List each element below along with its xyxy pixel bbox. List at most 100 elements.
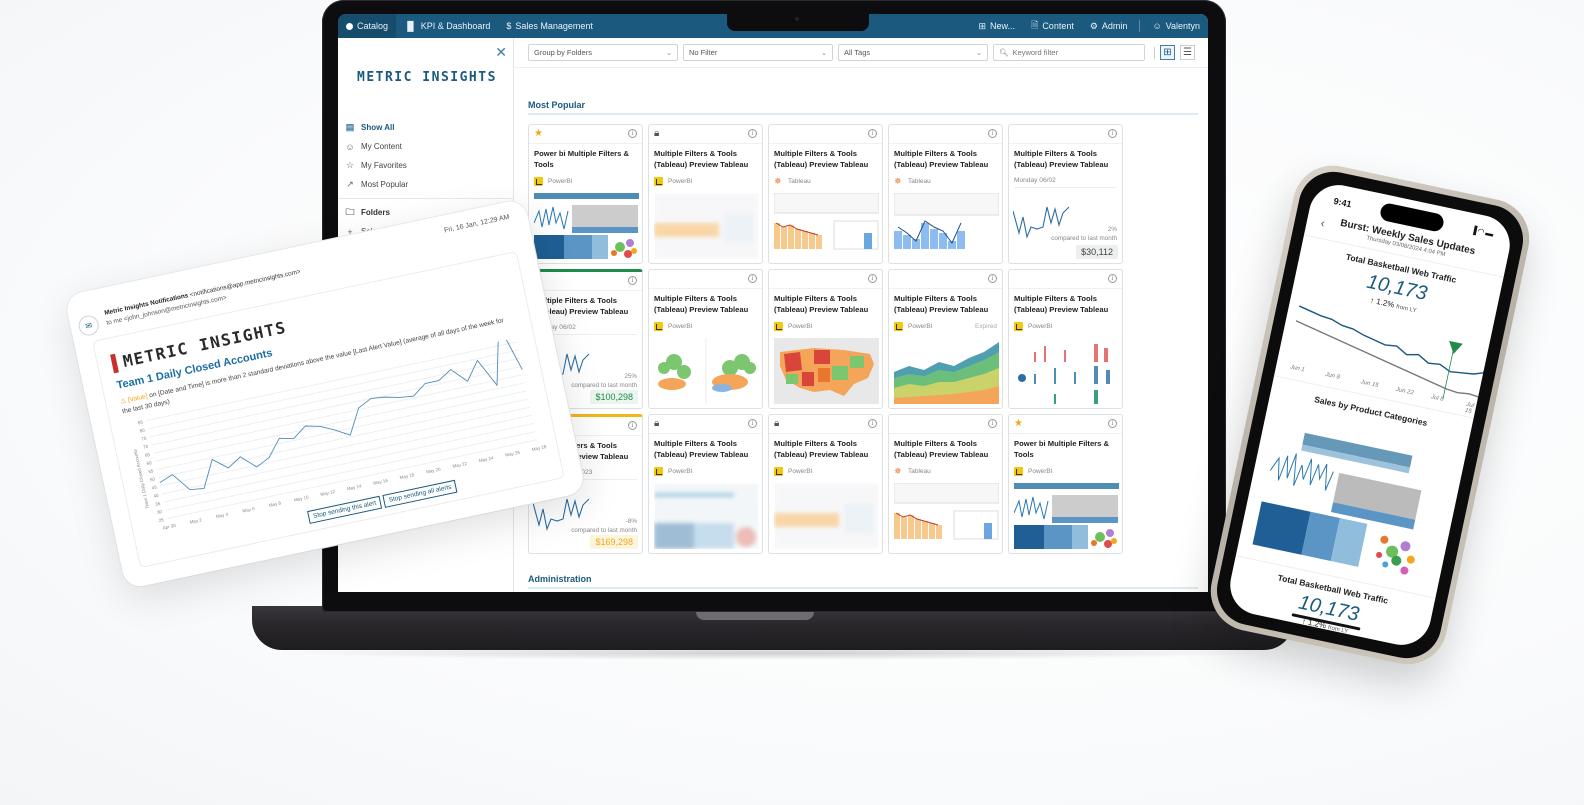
camera-notch (727, 14, 869, 31)
section-divider (528, 587, 1198, 589)
grid-view-button[interactable]: ⊞ (1160, 45, 1175, 60)
card-source: ✵ Tableau (889, 174, 1002, 188)
nav-right-group: ⊞ New... 🗎 Content ⚙ Admin ☺ Valentyn (971, 14, 1209, 38)
card-source: PowerBI (649, 464, 762, 478)
catalog-card[interactable]: i Multiple Filters & Tools (Tableau) Prev… (1008, 269, 1123, 409)
catalog-card[interactable]: ★ i Power bi Multiple Filters & Tools Power… (528, 124, 643, 264)
phone-screen: 9:41 ▐◠▬ ‹ Burst: Weekly Sales Updates T… (1224, 179, 1516, 651)
catalog-card[interactable]: 🔒︎ i Multiple Filters & Tools (Tableau) Pr… (768, 414, 883, 554)
sidebar-divider (338, 198, 514, 199)
search-icon: 🔍︎ (999, 48, 1009, 57)
chevron-down-icon: ⌄ (666, 49, 672, 57)
card-header: i (649, 270, 762, 289)
sidebar-item-my-content[interactable]: ☺ My Content (344, 137, 508, 156)
nav-catalog[interactable]: Catalog (338, 14, 397, 38)
powerbi-icon (1014, 321, 1023, 331)
source-label: PowerBI (668, 177, 693, 185)
info-icon[interactable]: i (628, 276, 637, 285)
card-source: PowerBI (769, 319, 882, 333)
catalog-card[interactable]: i Multiple Filters & Tools (Tableau) Prev… (888, 124, 1003, 264)
gridline (158, 398, 529, 479)
card-source: PowerBI (1009, 464, 1122, 478)
catalog-card[interactable]: 🔒︎ i Multiple Filters & Tools (Tableau) Pr… (648, 124, 763, 264)
chevron-down-icon: ⌄ (821, 49, 827, 57)
info-icon[interactable]: i (868, 274, 877, 283)
folder-doc-icon: 🗎 (1031, 20, 1039, 30)
info-icon[interactable]: i (1108, 274, 1117, 283)
group-by-select[interactable]: Group by Folders ⌄ (528, 44, 678, 61)
source-label: Tableau (908, 177, 931, 185)
arrow-up-icon: ↑ (1369, 295, 1376, 306)
laptop-base (252, 606, 1294, 650)
info-icon[interactable]: i (988, 274, 997, 283)
info-icon[interactable]: i (988, 419, 997, 428)
info-icon[interactable]: i (1108, 129, 1117, 138)
catalog-card[interactable]: ★ i Power bi Multiple Filters & Tools Power… (1008, 414, 1123, 554)
change-label: compared to last month (571, 527, 637, 534)
card-header: i (529, 272, 642, 291)
tableau-icon: ✵ (894, 465, 902, 476)
x-tick-label: May 26 (505, 450, 521, 458)
x-tick-label: May 14 (346, 483, 362, 491)
nav-new[interactable]: ⊞ New... (971, 14, 1024, 38)
x-tick-label: May 12 (320, 489, 336, 497)
phone-device: 9:41 ▐◠▬ ‹ Burst: Weekly Sales Updates T… (1203, 158, 1537, 672)
y-tick-label: 50 (150, 476, 156, 482)
sidebar-item-most-popular[interactable]: ↗ Most Popular (344, 175, 508, 194)
y-tick-label: 45 (151, 485, 157, 491)
list-view-button[interactable]: ☰ (1180, 45, 1195, 60)
info-icon[interactable]: i (868, 419, 877, 428)
view-divider (1154, 46, 1155, 59)
sidebar-item-my-favorites[interactable]: ☆ My Favorites (344, 156, 508, 175)
card-header: i (769, 125, 882, 144)
nav-sales-management[interactable]: $ Sales Management (498, 14, 601, 38)
catalog-card[interactable]: 🔒︎ i Multiple Filters & Tools (Tableau) Pr… (648, 414, 763, 554)
sidebar-item-label: Folders (361, 208, 390, 217)
info-icon[interactable]: i (748, 129, 757, 138)
metric-value: $30,112 (1076, 245, 1118, 259)
card-thumbnail (894, 342, 999, 404)
powerbi-icon (534, 176, 543, 186)
nav-admin[interactable]: ⚙ Admin (1082, 14, 1136, 38)
gridline (162, 414, 533, 495)
close-icon[interactable]: ✕ (495, 44, 507, 61)
tags-select[interactable]: All Tags ⌄ (838, 44, 988, 61)
source-label: PowerBI (1028, 322, 1053, 330)
card-title: Multiple Filters & Tools (Tableau) Previ… (1014, 294, 1109, 314)
nav-user[interactable]: ☺ Valentyn (1144, 14, 1208, 38)
catalog-card[interactable]: i Multiple Filters & Tools (Tableau) Prev… (648, 269, 763, 409)
circle-icon (346, 22, 353, 30)
status-time: 9:41 (1332, 195, 1353, 210)
info-icon[interactable]: i (628, 129, 637, 138)
bar-chart-icon: ▐▌ (404, 21, 417, 31)
info-icon[interactable]: i (988, 129, 997, 138)
card-header: i (1009, 270, 1122, 289)
info-icon[interactable]: i (1108, 419, 1117, 428)
info-icon[interactable]: i (748, 274, 757, 283)
filter-select[interactable]: No Filter ⌄ (683, 44, 833, 61)
marketing-composite: Catalog ▐▌ KPI & Dashboard $ Sales Manag… (0, 0, 1584, 805)
catalog-card[interactable]: i Multiple Filters & Tools (Tableau) Prev… (768, 124, 883, 264)
phone-bezel: 9:41 ▐◠▬ ‹ Burst: Weekly Sales Updates T… (1210, 165, 1530, 665)
source-label: PowerBI (788, 322, 813, 330)
gear-icon: ⚙ (1089, 20, 1098, 31)
info-icon[interactable]: i (748, 419, 757, 428)
card-title: Multiple Filters & Tools (Tableau) Previ… (774, 294, 869, 314)
catalog-card[interactable]: i Multiple Filters & Tools (Tableau) Prev… (888, 269, 1003, 409)
info-icon[interactable]: i (868, 129, 877, 138)
sidebar-item-show-all[interactable]: ▤ Show All (344, 118, 508, 137)
info-icon[interactable]: i (628, 421, 637, 430)
nav-kpi-dashboard[interactable]: ▐▌ KPI & Dashboard (396, 14, 498, 38)
y-tick-label: 85 (137, 419, 143, 425)
nav-content[interactable]: 🗎 Content (1023, 14, 1082, 38)
favorite-star-icon[interactable]: ★ (534, 128, 543, 139)
card-source: PowerBI (1009, 319, 1122, 333)
catalog-card[interactable]: i Multiple Filters & Tools (Tableau) Prev… (1008, 124, 1123, 264)
favorite-star-icon[interactable]: ★ (1014, 418, 1023, 429)
catalog-card[interactable]: i Multiple Filters & Tools (Tableau) Prev… (768, 269, 883, 409)
metric-value: $100,298 (590, 390, 638, 404)
keyword-filter-input[interactable] (1012, 48, 1133, 57)
x-tick-label: May 8 (268, 500, 282, 508)
tableau-icon: ✵ (774, 175, 782, 186)
catalog-card[interactable]: i Multiple Filters & Tools (Tableau) Prev… (888, 414, 1003, 554)
